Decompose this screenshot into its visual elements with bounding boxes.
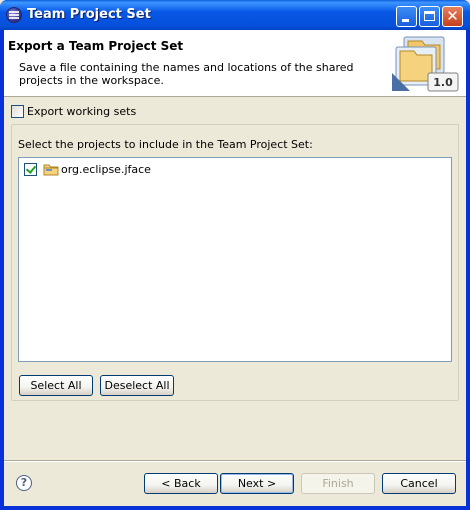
wizard-header: Export a Team Project Set Save a file co…	[4, 30, 466, 97]
projects-label: Select the projects to include in the Te…	[18, 138, 313, 151]
export-working-sets-label[interactable]: Export working sets	[27, 105, 136, 118]
minimize-icon	[402, 19, 409, 22]
select-all-button[interactable]: Select All	[19, 375, 93, 396]
project-checkbox[interactable]	[24, 163, 37, 176]
dialog-client-area: Export a Team Project Set Save a file co…	[4, 30, 466, 506]
close-button[interactable]: ✕	[442, 6, 463, 27]
title-bar[interactable]: Team Project Set ✕	[0, 0, 470, 30]
page-title: Export a Team Project Set	[8, 39, 184, 53]
minimize-button[interactable]	[396, 6, 417, 27]
export-working-sets-checkbox[interactable]	[11, 105, 24, 118]
window-title: Team Project Set	[27, 7, 151, 22]
cancel-button[interactable]: Cancel	[382, 473, 456, 494]
page-description: Save a file containing the names and loc…	[19, 61, 354, 87]
help-icon[interactable]: ?	[16, 475, 32, 491]
project-label: org.eclipse.jface	[61, 163, 151, 176]
dialog-window: Team Project Set ✕ Export a Team Project…	[0, 0, 470, 510]
deselect-all-button[interactable]: Deselect All	[100, 375, 174, 396]
back-button[interactable]: < Back	[144, 473, 218, 494]
maximize-button[interactable]	[419, 6, 440, 27]
projects-list[interactable]: org.eclipse.jface	[18, 157, 452, 362]
close-icon: ✕	[446, 7, 459, 25]
maximize-icon	[424, 11, 435, 21]
eclipse-icon	[6, 7, 22, 23]
project-folder-icon	[43, 164, 59, 176]
next-button[interactable]: Next >	[220, 473, 294, 494]
footer-separator	[4, 460, 466, 462]
finish-button: Finish	[301, 473, 375, 494]
banner-version: 1.0	[433, 76, 453, 89]
team-project-set-banner-icon: 1.0	[392, 36, 459, 92]
